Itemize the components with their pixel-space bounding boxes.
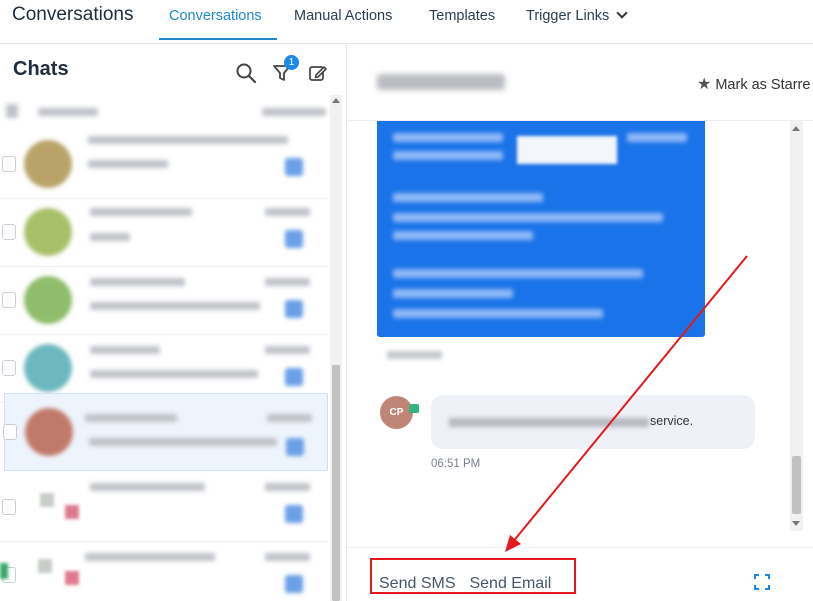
tab-templates[interactable]: Templates [429, 8, 495, 24]
email-timestamp-blur [387, 351, 442, 359]
chats-title: Chats [13, 58, 69, 80]
star-icon: ★ [697, 76, 712, 93]
contact-avatar [40, 493, 54, 507]
channel-indicator [285, 300, 303, 318]
email-text-blur [393, 309, 603, 318]
chat-list-scrollbar[interactable] [330, 95, 342, 601]
scroll-down-arrow[interactable] [792, 521, 800, 526]
timestamp-blur [267, 414, 312, 422]
message-preview-blur [90, 370, 258, 378]
contact-avatar [25, 408, 73, 456]
channel-indicator [285, 575, 303, 593]
thread-scrollbar[interactable] [790, 121, 803, 531]
timestamp-blur [265, 483, 310, 491]
email-text-blur [393, 269, 643, 278]
message-preview-blur [88, 160, 168, 168]
incoming-message-bubble[interactable]: service. [431, 395, 755, 449]
scrollbar-thumb[interactable] [332, 365, 340, 601]
tab-conversations[interactable]: Conversations [169, 8, 262, 24]
email-text-blur [393, 133, 503, 142]
message-preview-blur [90, 233, 130, 241]
conversation-contact-name-blur [377, 74, 505, 90]
timestamp-blur [265, 553, 310, 561]
message-text-blur [449, 418, 649, 427]
top-navigation: Conversations Conversations Manual Actio… [0, 0, 813, 44]
channel-indicator [286, 438, 304, 456]
email-text-blur [393, 289, 513, 298]
email-message-bubble[interactable] [377, 121, 705, 337]
chat-list-item-selected[interactable] [3, 393, 328, 471]
annotation-highlight-box [370, 558, 576, 594]
filter-count-badge: 1 [284, 55, 299, 70]
tab-manual-actions[interactable]: Manual Actions [294, 8, 392, 24]
channel-indicator [285, 158, 303, 176]
chat-list-item[interactable] [0, 266, 328, 335]
email-text-blur [393, 213, 663, 222]
row-checkbox[interactable] [2, 224, 16, 240]
chat-list-item[interactable] [0, 130, 328, 199]
expand-icon[interactable] [753, 573, 771, 591]
mark-as-starred-label: Mark as Starre [715, 77, 811, 93]
active-tab-indicator [159, 38, 277, 40]
contact-avatar [24, 344, 72, 392]
scroll-up-arrow[interactable] [792, 126, 800, 131]
scroll-up-arrow[interactable] [332, 98, 340, 103]
row-checkbox[interactable] [2, 292, 16, 308]
contact-name-blur [88, 136, 288, 144]
contact-name-blur [90, 208, 192, 216]
contact-name-blur [90, 346, 160, 354]
email-text-blur [393, 231, 533, 240]
tab-trigger-links[interactable]: Trigger Links [526, 7, 628, 24]
chat-list-item[interactable] [0, 473, 328, 542]
tab-trigger-links-label: Trigger Links [526, 8, 610, 24]
row-checkbox[interactable] [3, 424, 17, 440]
chat-list-item[interactable] [0, 198, 328, 267]
channel-indicator [285, 230, 303, 248]
composer-divider [347, 547, 813, 548]
channel-indicator [285, 505, 303, 523]
chat-channel-icon [409, 404, 419, 413]
contact-name-blur [85, 553, 215, 561]
contact-avatar-badge [65, 505, 79, 519]
timestamp-blur [265, 208, 310, 216]
message-timestamp: 06:51 PM [431, 458, 481, 470]
chats-panel: Chats 1 [0, 44, 347, 601]
scrollbar-thumb[interactable] [792, 456, 801, 514]
email-button-blur [517, 136, 617, 164]
conversation-panel: ★ Mark as Starre CP service. 06:51 PM Se… [347, 44, 813, 601]
message-text: service. [650, 414, 694, 428]
contact-avatar-badge [65, 571, 79, 585]
email-text-blur [393, 151, 503, 160]
email-text-blur [393, 193, 543, 202]
online-indicator [0, 563, 8, 579]
app-title: Conversations [12, 4, 134, 25]
timestamp-blur [265, 278, 310, 286]
message-preview-blur [89, 438, 277, 446]
contact-avatar [38, 559, 52, 573]
channel-indicator [285, 368, 303, 386]
chevron-down-icon [616, 7, 628, 19]
compose-icon[interactable] [307, 62, 329, 84]
mark-as-starred-button[interactable]: ★ Mark as Starre [697, 74, 810, 94]
timestamp-blur [265, 346, 310, 354]
contact-avatar [24, 276, 72, 324]
message-preview-blur [90, 302, 260, 310]
contact-name-blur [90, 278, 185, 286]
contact-avatar [24, 140, 72, 188]
row-checkbox[interactable] [2, 156, 16, 172]
contact-name-blur [90, 483, 205, 491]
search-icon[interactable] [235, 62, 257, 84]
contact-avatar [24, 208, 72, 256]
email-text-blur [627, 133, 687, 142]
chat-list-item[interactable] [0, 541, 328, 601]
row-checkbox[interactable] [2, 360, 16, 376]
row-checkbox[interactable] [2, 499, 16, 515]
sender-avatar: CP [380, 396, 413, 429]
contact-name-blur [85, 414, 177, 422]
message-thread: CP service. 06:51 PM [347, 121, 790, 547]
chat-list [0, 90, 328, 601]
